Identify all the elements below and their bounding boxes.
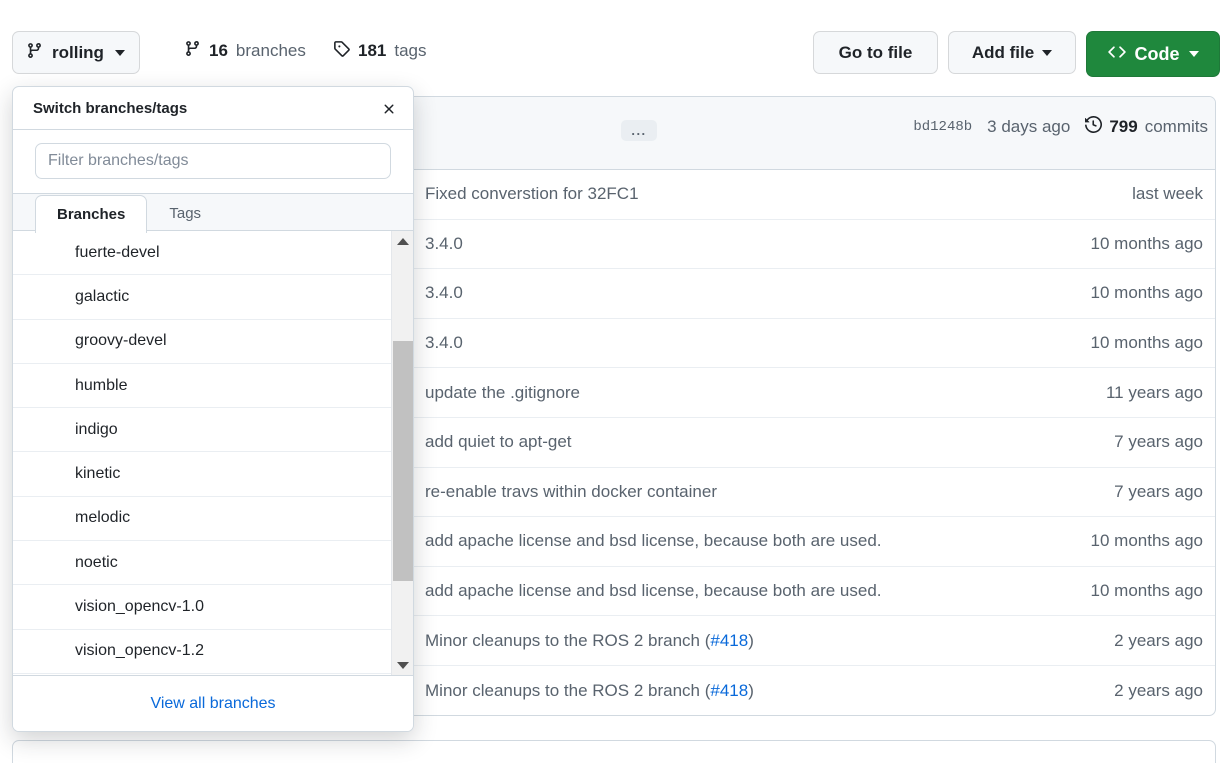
history-clock-icon <box>1085 115 1103 138</box>
branches-count: 16 <box>209 41 228 60</box>
code-brackets-icon <box>1107 43 1126 66</box>
go-to-file-label: Go to file <box>838 42 913 62</box>
branch-selector-label: rolling <box>52 42 104 62</box>
branch-list-item[interactable]: galactic <box>13 275 391 320</box>
filter-branches-input[interactable] <box>35 143 391 179</box>
commit-age: 2 years ago <box>1114 680 1203 700</box>
commit-age: 7 years ago <box>1114 481 1203 501</box>
add-file-button[interactable]: Add file <box>948 31 1076 74</box>
commit-sha[interactable]: bd1248b <box>913 119 972 135</box>
commit-message[interactable]: Minor cleanups to the ROS 2 branch (#418… <box>425 631 754 651</box>
commit-history-link[interactable]: 799 commits <box>1085 115 1208 138</box>
commit-message[interactable]: Fixed converstion for 32FC1 <box>425 184 639 204</box>
branch-list-item[interactable]: kinetic <box>13 452 391 497</box>
branch-list-item[interactable]: melodic <box>13 497 391 542</box>
pull-request-link[interactable]: #418 <box>710 631 748 650</box>
chevron-down-icon <box>1188 51 1199 57</box>
commit-message-expand-button[interactable]: ... <box>621 120 657 141</box>
commit-message[interactable]: Minor cleanups to the ROS 2 branch (#418… <box>425 681 754 701</box>
chevron-down-icon <box>1042 49 1053 56</box>
code-button[interactable]: Code <box>1086 31 1220 77</box>
dropdown-filter-wrap <box>13 130 413 194</box>
dropdown-footer: View all branches <box>13 675 413 731</box>
branches-count-link[interactable]: 16 branches <box>184 40 306 62</box>
dropdown-title: Switch branches/tags <box>33 99 188 117</box>
commit-meta: bd1248b 3 days ago 799 commits <box>913 115 1208 138</box>
commit-message[interactable]: update the .gitignore <box>425 383 580 403</box>
tab-tags[interactable]: Tags <box>147 195 223 231</box>
commit-age: 10 months ago <box>1090 531 1203 551</box>
branch-selector-button[interactable]: rolling <box>12 31 140 74</box>
readme-panel <box>12 740 1216 763</box>
commit-message[interactable]: 3.4.0 <box>425 283 463 303</box>
branch-switch-dropdown: Switch branches/tags BranchesTags fuerte… <box>12 86 414 732</box>
dropdown-header: Switch branches/tags <box>13 87 413 130</box>
tab-branches[interactable]: Branches <box>35 195 148 233</box>
branch-list-wrap: fuerte-devel galactic groovy-devel humble in… <box>13 231 413 675</box>
commit-relative-time: 3 days ago <box>987 117 1071 136</box>
tags-count: 181 <box>358 41 387 60</box>
dropdown-tabs: Branches Tags <box>13 194 413 233</box>
git-branch-icon <box>26 42 43 64</box>
tags-count-link[interactable]: 181 tags <box>333 40 427 62</box>
tags-label: tags <box>394 41 427 60</box>
commit-age: 7 years ago <box>1114 432 1203 452</box>
branch-list-item[interactable]: groovy-devel <box>13 320 391 364</box>
branch-list-item[interactable]: noetic <box>13 541 391 586</box>
close-icon[interactable] <box>378 98 400 120</box>
branches-label: branches <box>235 41 306 60</box>
commits-count: 799 <box>1109 117 1138 136</box>
commit-age: 10 months ago <box>1090 333 1203 353</box>
scroll-up-arrow-icon[interactable] <box>392 231 413 251</box>
commit-message[interactable]: add quiet to apt-get <box>425 432 572 452</box>
chevron-down-icon <box>114 49 125 56</box>
pull-request-link[interactable]: #418 <box>710 681 748 700</box>
commit-message[interactable]: add apache license and bsd license, beca… <box>425 581 882 601</box>
branch-list-item[interactable]: humble <box>13 364 391 409</box>
git-branch-icon <box>184 40 201 62</box>
branch-list-item[interactable]: indigo <box>13 408 391 453</box>
branch-list-item[interactable]: vision_opencv-1.2 <box>13 630 391 674</box>
tag-icon <box>333 40 350 62</box>
commit-age: 10 months ago <box>1090 233 1203 253</box>
commit-age: 2 years ago <box>1114 630 1203 650</box>
commit-age: 10 months ago <box>1090 581 1203 601</box>
add-file-label: Add file <box>971 42 1035 62</box>
branch-list-item[interactable]: vision_opencv-1.0 <box>13 585 391 630</box>
scrollbar-thumb[interactable] <box>393 341 413 581</box>
commit-message[interactable]: add apache license and bsd license, beca… <box>425 531 882 551</box>
view-all-branches-link[interactable]: View all branches <box>150 695 275 713</box>
go-to-file-button[interactable]: Go to file <box>813 31 938 74</box>
commit-age: 11 years ago <box>1105 382 1203 402</box>
commit-message[interactable]: re-enable travs within docker container <box>425 482 717 502</box>
commit-age: 10 months ago <box>1090 283 1203 303</box>
commits-label: commits <box>1144 117 1208 136</box>
commit-age: last week <box>1132 184 1203 204</box>
commit-message[interactable]: 3.4.0 <box>425 333 463 353</box>
repo-toolbar: rolling 16 branches 181 tags Go to file <box>0 0 1228 92</box>
branch-list: fuerte-devel galactic groovy-devel humble in… <box>13 231 391 675</box>
scroll-down-arrow-icon[interactable] <box>392 655 413 675</box>
commit-message[interactable]: 3.4.0 <box>425 234 463 254</box>
branch-list-scrollbar[interactable] <box>391 231 413 675</box>
branch-list-item[interactable]: fuerte-devel <box>13 231 391 276</box>
code-button-label: Code <box>1134 43 1180 64</box>
